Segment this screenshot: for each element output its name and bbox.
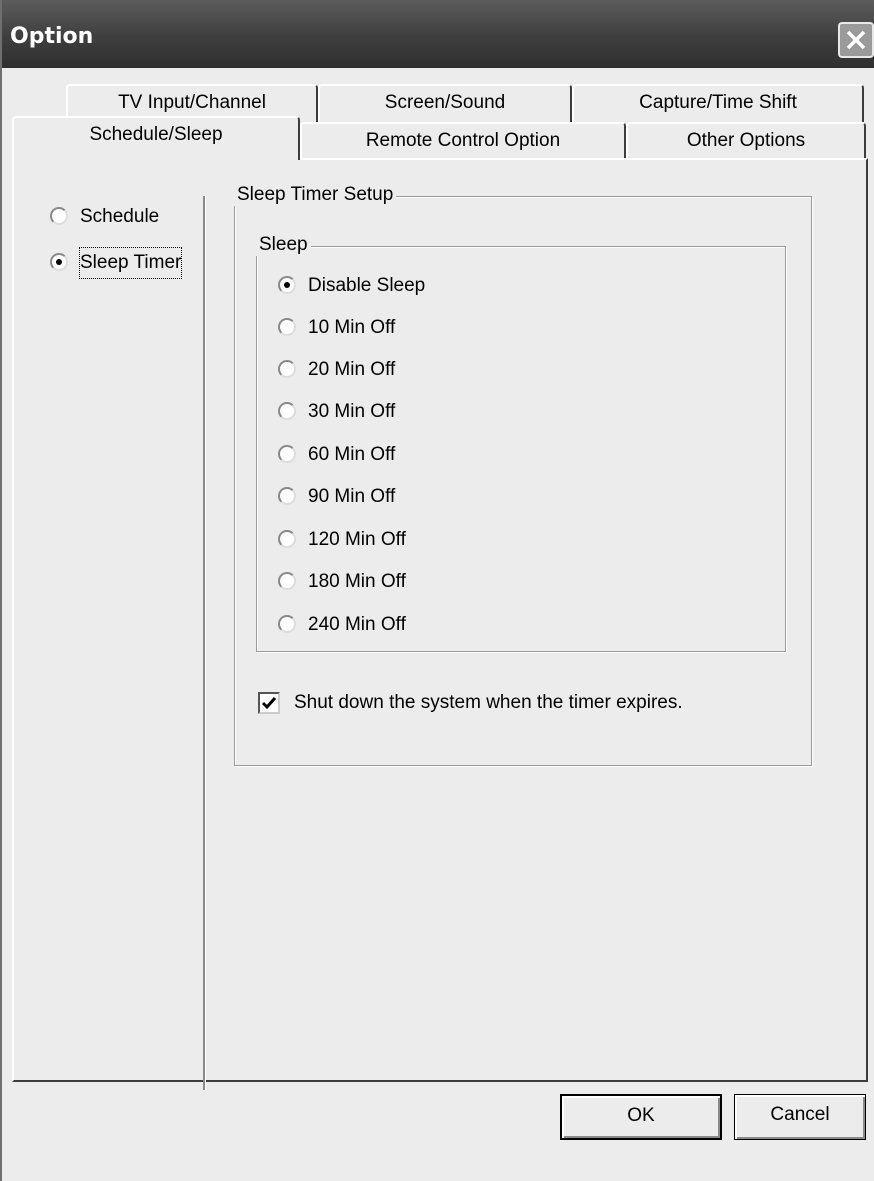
cancel-button[interactable]: Cancel xyxy=(734,1094,866,1140)
sleep-option-label: 20 Min Off xyxy=(308,359,396,380)
tab-label: Screen/Sound xyxy=(384,92,506,113)
sleep-option-label: 180 Min Off xyxy=(308,571,406,592)
sleep-option-label: 30 Min Off xyxy=(308,401,396,422)
radio-button[interactable] xyxy=(278,318,296,336)
tab-label: Remote Control Option xyxy=(365,130,561,151)
sidebar-item-label: Schedule xyxy=(80,206,160,227)
sleep-option-label: 90 Min Off xyxy=(308,486,396,507)
radio-button[interactable] xyxy=(278,276,296,294)
radio-button[interactable] xyxy=(278,445,296,463)
sleep-option-label: 10 Min Off xyxy=(308,317,396,338)
sleep-caption: Sleep xyxy=(256,234,311,256)
radio-button[interactable] xyxy=(278,487,296,505)
tab-label: TV Input/Channel xyxy=(118,92,266,113)
close-icon xyxy=(846,30,866,50)
cancel-button-label: Cancel xyxy=(770,1104,830,1125)
sleep-option-label: 240 Min Off xyxy=(308,614,406,635)
radio-button[interactable] xyxy=(278,360,296,378)
radio-button[interactable] xyxy=(50,207,68,225)
sleep-option-label: 120 Min Off xyxy=(308,529,406,550)
checkmark-icon xyxy=(261,697,277,710)
title-bar[interactable]: Option xyxy=(2,0,874,68)
tab-label: Schedule/Sleep xyxy=(89,124,223,145)
option-dialog: Option TV Input/Channel Screen/Sound Cap… xyxy=(0,0,874,1181)
sidebar-divider xyxy=(203,196,206,1090)
radio-button[interactable] xyxy=(50,253,68,271)
close-button[interactable] xyxy=(838,22,874,58)
sleep-timer-setup-caption: Sleep Timer Setup xyxy=(234,184,397,206)
radio-selected-dot xyxy=(284,282,290,288)
shutdown-checkbox[interactable] xyxy=(258,692,280,714)
tab-screen-sound[interactable]: Screen/Sound xyxy=(318,84,572,122)
tab-remote-control-option[interactable]: Remote Control Option xyxy=(300,122,626,160)
tab-label: Other Options xyxy=(686,130,806,151)
sidebar-item-label: Sleep Timer xyxy=(78,247,183,279)
tab-schedule-sleep[interactable]: Schedule/Sleep xyxy=(12,116,300,160)
tab-other-options[interactable]: Other Options xyxy=(626,122,866,160)
tab-capture-time-shift[interactable]: Capture/Time Shift xyxy=(572,84,864,122)
radio-button[interactable] xyxy=(278,530,296,548)
sleep-option-label: 60 Min Off xyxy=(308,444,396,465)
radio-selected-dot xyxy=(56,259,62,265)
tab-label: Capture/Time Shift xyxy=(639,92,797,113)
radio-button[interactable] xyxy=(278,402,296,420)
radio-button[interactable] xyxy=(278,572,296,590)
ok-button[interactable]: OK xyxy=(560,1094,722,1140)
radio-button[interactable] xyxy=(278,615,296,633)
window-title: Option xyxy=(10,24,94,49)
shutdown-label[interactable]: Shut down the system when the timer expi… xyxy=(294,688,683,718)
ok-button-label: OK xyxy=(627,1105,655,1126)
sleep-option-label: Disable Sleep xyxy=(308,275,426,296)
